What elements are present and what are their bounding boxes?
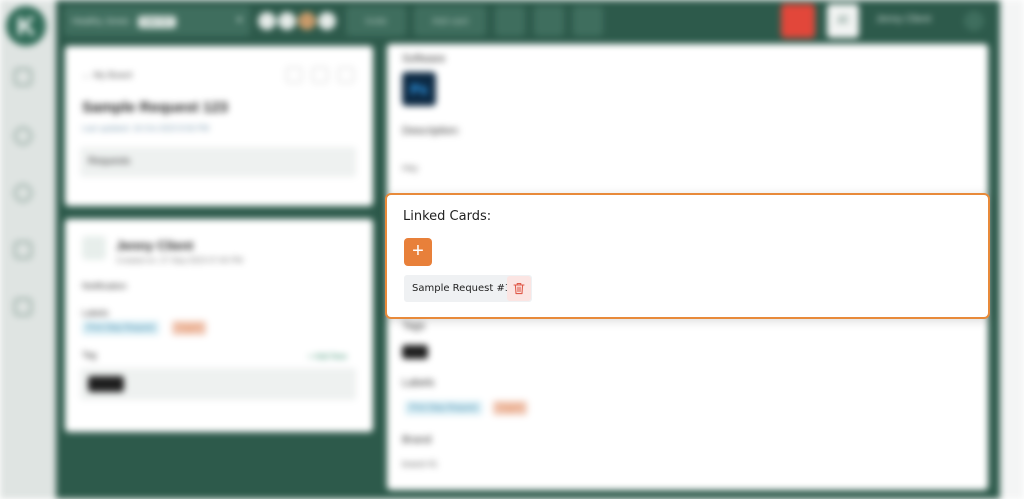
avatar: JC (827, 4, 859, 38)
tags-label: Tags (402, 320, 426, 332)
tag-label: Tag (82, 350, 97, 360)
right-edge (1000, 0, 1024, 499)
brand-label: Brand (402, 434, 432, 446)
avatar (82, 236, 106, 260)
last-updated: Last updated: 16-Oct-2023 8:56 PM (82, 124, 210, 133)
clock-icon (14, 127, 32, 145)
tag-chip (402, 345, 428, 359)
alert-button (781, 4, 815, 38)
modal-title: Linked Cards: (403, 209, 492, 224)
user-name: Jenny Client (876, 14, 932, 25)
chevron-down-icon: ▾ (236, 15, 242, 26)
document-icon (14, 298, 32, 316)
brand-logo: K (6, 6, 46, 46)
filter-icon (495, 6, 525, 36)
linked-card-label: Sample Request #3 (412, 283, 512, 294)
next-icon (312, 67, 328, 83)
workspace-select: Healthy Jones Live 3.2 ▾ (64, 6, 250, 36)
delete-linked-card-button[interactable] (507, 276, 531, 301)
close-icon (338, 67, 354, 83)
label-pill: Urgent (172, 321, 207, 335)
description-label: Description: (402, 125, 461, 137)
labels-label: Labels (402, 377, 435, 389)
software-label: Software (402, 53, 446, 65)
settings-icon (534, 6, 564, 36)
label-pill: Print Step Request (405, 401, 483, 415)
photoshop-icon: Ps (402, 72, 436, 106)
member-avatar (256, 10, 278, 32)
workspace-chip: Live 3.2 (137, 16, 176, 28)
description-value: Hey (402, 163, 419, 173)
created-date: Created on: 27-Sep-2023 07:45 PM (116, 256, 243, 265)
member-avatar (276, 10, 298, 32)
globe-icon (14, 184, 32, 202)
left-sidebar: K (0, 0, 56, 499)
client-name: Jenny Client (116, 238, 194, 253)
notification-label: Notification (82, 281, 127, 291)
member-avatar (316, 10, 338, 32)
prev-icon (286, 67, 302, 83)
brand-value: brand #1 (402, 459, 438, 469)
board-icon (14, 68, 32, 86)
tag-chip (88, 376, 124, 392)
help-icon (964, 11, 984, 31)
back-link: ← My Board (82, 70, 133, 80)
linked-cards-modal: Linked Cards: + Sample Request #3 (385, 193, 990, 319)
more-icon (573, 6, 603, 36)
invite-button: Invite (346, 6, 406, 36)
request-title: Sample Request 123 (82, 99, 228, 116)
linked-card-item[interactable]: Sample Request #3 (404, 275, 532, 302)
status-select: Requests (80, 147, 356, 177)
add-linked-card-button[interactable]: + (404, 238, 432, 266)
add-card-button: Add card (414, 6, 486, 36)
add-new-link: + Add New (308, 352, 347, 361)
member-avatar (296, 10, 318, 32)
label-pill: Urgent (493, 401, 528, 415)
label-pill: Print Step Request (82, 321, 160, 335)
inbox-icon (14, 241, 32, 259)
labels-label: Labels (82, 308, 109, 318)
trash-icon (513, 283, 525, 295)
workspace-label: Healthy Jones (72, 16, 130, 26)
